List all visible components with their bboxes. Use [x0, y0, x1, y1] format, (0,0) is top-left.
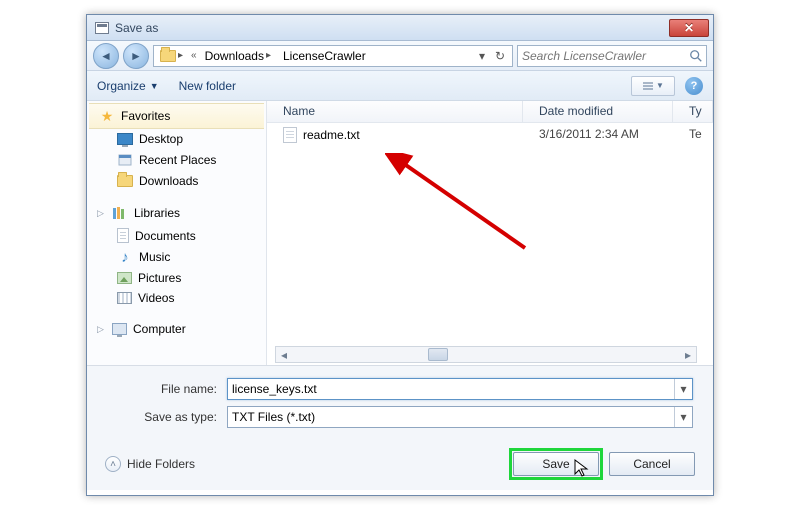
savetype-dropdown[interactable]: ▾ [674, 407, 692, 427]
save-as-dialog: Save as ✕ ◄ ► ▸ « Downloads▸ LicenseCraw… [86, 14, 714, 496]
window-title: Save as [115, 21, 669, 35]
address-dropdown[interactable]: ▾ [474, 47, 490, 65]
tree-item-downloads[interactable]: Downloads [87, 171, 266, 191]
document-icon [117, 228, 129, 243]
expand-icon: ▷ [97, 324, 106, 333]
tree-item-desktop[interactable]: Desktop [87, 129, 266, 149]
savetype-input[interactable] [228, 410, 674, 424]
column-headers: Name Date modified Ty [267, 101, 713, 123]
chevron-down-icon: ▼ [656, 81, 664, 90]
desktop-icon [117, 133, 133, 145]
music-icon: ♪ [117, 249, 133, 265]
file-date: 3/16/2011 2:34 AM [523, 127, 673, 143]
tree-group-label: Favorites [121, 109, 170, 123]
help-button[interactable]: ? [685, 77, 703, 95]
search-icon[interactable] [686, 49, 706, 63]
titlebar[interactable]: Save as ✕ [87, 15, 713, 41]
breadcrumb-seg[interactable]: LicenseCrawler [283, 49, 366, 63]
list-view-icon [642, 81, 654, 91]
file-list-panel: Name Date modified Ty readme.txt 3/16/20… [267, 101, 713, 365]
text-file-icon [283, 127, 297, 143]
close-button[interactable]: ✕ [669, 19, 709, 37]
address-bar[interactable]: ▸ « Downloads▸ LicenseCrawler ▾ ↻ [153, 45, 513, 67]
scroll-left-button[interactable]: ◂ [276, 347, 292, 362]
tree-item-recent[interactable]: Recent Places [87, 149, 266, 171]
chevron-right-icon[interactable]: ▸ [266, 50, 271, 61]
savetype-field[interactable]: ▾ [227, 406, 693, 428]
organize-button[interactable]: Organize ▼ [97, 79, 159, 93]
breadcrumb-seg[interactable]: Downloads [205, 49, 264, 63]
column-header-date[interactable]: Date modified [523, 101, 673, 122]
expand-icon: ▷ [97, 208, 106, 217]
search-input[interactable] [518, 49, 686, 63]
chevron-right-icon: ▸ [178, 50, 183, 61]
search-box[interactable] [517, 45, 707, 67]
chevron-down-icon: ▼ [150, 81, 159, 91]
chevron-up-icon: ˄ [105, 456, 121, 472]
save-button[interactable]: Save [513, 452, 599, 476]
tree-group-libraries[interactable]: ▷ Libraries [87, 201, 266, 225]
chevron-double-icon[interactable]: « [191, 50, 197, 61]
videos-icon [117, 292, 132, 304]
computer-icon [112, 323, 127, 335]
folder-icon [160, 50, 176, 62]
horizontal-scrollbar[interactable]: ◂ ▸ [275, 346, 697, 363]
filename-field[interactable]: ▾ [227, 378, 693, 400]
scrollbar-thumb[interactable] [428, 348, 448, 361]
back-button[interactable]: ◄ [93, 43, 119, 69]
refresh-button[interactable]: ↻ [492, 47, 508, 65]
recent-places-icon [117, 152, 133, 168]
tree-group-label: Libraries [134, 206, 180, 220]
star-icon: ★ [99, 108, 115, 124]
column-header-name[interactable]: Name [267, 101, 523, 122]
tree-item-music[interactable]: ♪Music [87, 246, 266, 268]
dialog-footer: ˄ Hide Folders Save Cancel [87, 442, 713, 490]
cursor-icon [574, 459, 592, 479]
tree-item-pictures[interactable]: Pictures [87, 268, 266, 288]
window-icon [95, 22, 109, 34]
filename-label: File name: [107, 382, 227, 396]
savetype-label: Save as type: [107, 410, 227, 424]
toolbar: Organize ▼ New folder ▼ ? [87, 71, 713, 101]
filename-dropdown[interactable]: ▾ [674, 379, 692, 399]
annotation-arrow [385, 153, 535, 263]
filename-input[interactable] [228, 382, 674, 396]
tree-group-favorites[interactable]: ★ Favorites [89, 103, 264, 129]
forward-button[interactable]: ► [123, 43, 149, 69]
navigation-bar: ◄ ► ▸ « Downloads▸ LicenseCrawler ▾ ↻ [87, 41, 713, 71]
column-header-type[interactable]: Ty [673, 101, 713, 122]
tree-group-computer[interactable]: ▷ Computer [87, 318, 266, 340]
form-area: File name: ▾ Save as type: ▾ [87, 365, 713, 442]
hide-folders-toggle[interactable]: ˄ Hide Folders [105, 456, 195, 472]
cancel-button[interactable]: Cancel [609, 452, 695, 476]
tree-item-documents[interactable]: Documents [87, 225, 266, 246]
tree-group-label: Computer [133, 322, 186, 336]
libraries-icon [112, 205, 128, 221]
pictures-icon [117, 272, 132, 284]
scrollbar-track[interactable] [292, 347, 680, 362]
file-type: Te [673, 127, 713, 143]
new-folder-button[interactable]: New folder [179, 79, 236, 93]
navigation-pane: ★ Favorites Desktop Recent Places Downloa… [87, 101, 267, 365]
file-name: readme.txt [303, 128, 360, 142]
file-row[interactable]: readme.txt 3/16/2011 2:34 AM Te [267, 123, 713, 147]
view-options-button[interactable]: ▼ [631, 76, 675, 96]
tree-item-videos[interactable]: Videos [87, 288, 266, 308]
folder-icon [117, 175, 133, 187]
scroll-right-button[interactable]: ▸ [680, 347, 696, 362]
